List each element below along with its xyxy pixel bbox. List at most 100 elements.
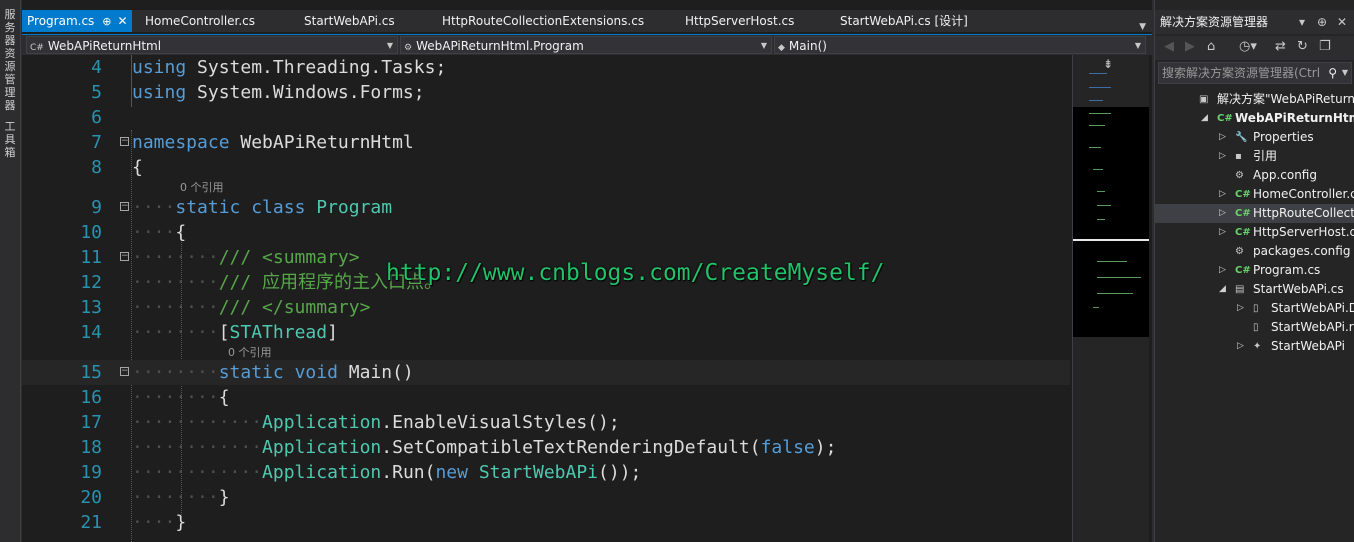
line-number: 12 — [80, 272, 102, 293]
code-line[interactable]: 18 ············Application.SetCompatibleT… — [22, 435, 1070, 460]
split-icon[interactable]: ⇟ — [1103, 57, 1113, 71]
tab-homecontroller-cs[interactable]: HomeController.cs — [145, 10, 255, 32]
code-line[interactable]: 10 ····{ — [22, 220, 1070, 245]
expanded-arrow-icon[interactable]: ◢ — [1219, 280, 1226, 299]
codelens-references[interactable]: 0 个引用 — [180, 181, 224, 195]
code-line[interactable]: 13 ········/// </summary> — [22, 295, 1070, 320]
search-icon[interactable]: ⚲ — [1328, 63, 1337, 83]
server-explorer-tab[interactable]: 服务器资源管理器 — [2, 8, 18, 112]
code-token: ···· — [132, 197, 176, 218]
collapse-toggle-icon[interactable]: − — [120, 367, 129, 376]
code-line[interactable]: 19 ············Application.Run(new StartW… — [22, 460, 1070, 485]
code-text: using System.Threading.Tasks; — [132, 55, 446, 80]
project-dropdown[interactable]: C# WebAPiReturnHtml ▼ — [26, 36, 398, 54]
collapsed-arrow-icon[interactable]: ▷ — [1237, 337, 1244, 356]
expanded-arrow-icon[interactable]: ◢ — [1201, 109, 1208, 128]
code-line[interactable]: 9 − ····static class Program — [22, 195, 1070, 220]
close-icon[interactable]: ✕ — [118, 14, 128, 28]
tree-item[interactable]: ▷ C# Program.cs — [1155, 261, 1354, 280]
collapsed-arrow-icon[interactable]: ▷ — [1237, 299, 1244, 318]
forward-icon[interactable]: ▶ — [1185, 39, 1195, 54]
code-text: ············Application.SetCompatibleTex… — [132, 435, 836, 460]
tree-item[interactable]: ▷ C# HomeController.cs — [1155, 185, 1354, 204]
code-text: ········static void Main() — [132, 360, 414, 385]
collapsed-arrow-icon[interactable]: ▷ — [1219, 185, 1226, 204]
code-line[interactable]: 5 using System.Windows.Forms; — [22, 80, 1070, 105]
close-icon[interactable]: ✕ — [1337, 10, 1347, 34]
tab-overflow-dropdown-icon[interactable]: ▼ — [1139, 22, 1146, 32]
collapsed-arrow-icon[interactable]: ▷ — [1219, 128, 1226, 147]
tree-item[interactable]: ▣ 解决方案"WebAPiReturnHtml" — [1155, 90, 1354, 109]
collapse-toggle-icon[interactable]: − — [120, 137, 129, 146]
code-token: ); — [814, 437, 837, 458]
tree-item[interactable]: ▯ StartWebAPi.resx — [1155, 318, 1354, 337]
code-token: ············ — [132, 462, 263, 483]
home-icon[interactable]: ⌂ — [1207, 39, 1215, 54]
code-line[interactable]: 8{ — [22, 155, 1070, 180]
tree-item[interactable]: ▷ C#HttpRouteCollectionExtensions.cs — [1155, 204, 1354, 223]
code-token: ···· — [132, 222, 176, 243]
tree-item[interactable]: ▷ C# HttpServerHost.cs — [1155, 223, 1354, 242]
tree-item[interactable]: ⚙ packages.config — [1155, 242, 1354, 261]
line-number: 8 — [91, 157, 102, 178]
tree-item[interactable]: ▷ ▯ StartWebAPi.Designer.cs — [1155, 299, 1354, 318]
window-position-dropdown[interactable]: ▾ — [1299, 10, 1305, 34]
tree-item[interactable]: ▷ 🔧 Properties — [1155, 128, 1354, 147]
tree-item[interactable]: ◢ ▤ StartWebAPi.cs — [1155, 280, 1354, 299]
navigation-bar: C# WebAPiReturnHtml ▼ ⚙ WebAPiReturnHtml.Pr… — [22, 34, 1152, 55]
code-line[interactable]: 16 ········{ — [22, 385, 1070, 410]
history-icon[interactable]: ◷▾ — [1239, 39, 1257, 54]
minimap-viewport[interactable] — [1073, 107, 1149, 241]
csharp-project-icon: C# — [30, 43, 44, 53]
code-line[interactable]: 7 − namespace WebAPiReturnHtml — [22, 130, 1070, 155]
collapsed-arrow-icon[interactable]: ▷ — [1219, 223, 1226, 242]
code-token: ()); — [598, 462, 642, 483]
tree-item[interactable]: ◢ C# WebAPiReturnHtml — [1155, 109, 1354, 128]
code-line[interactable]: 20 ········} — [22, 485, 1070, 510]
tab-httpserverhost-cs[interactable]: HttpServerHost.cs — [685, 10, 794, 32]
tree-item[interactable]: ▷ ✦ StartWebAPi — [1155, 337, 1354, 356]
code-text: ········/// </summary> — [132, 295, 370, 320]
tab-program-cs[interactable]: Program.cs ⊕ ✕ — [22, 10, 132, 32]
line-number: 18 — [80, 437, 102, 458]
codelens-references[interactable]: 0 个引用 — [228, 346, 272, 360]
collapse-all-icon[interactable]: ❐ — [1319, 39, 1331, 54]
line-number: 11 — [80, 247, 102, 268]
code-line[interactable]: 21 ····} — [22, 510, 1070, 535]
code-line[interactable]: 15 − ········static void Main() — [22, 360, 1070, 385]
type-dropdown[interactable]: ⚙ WebAPiReturnHtml.Program ▼ — [400, 36, 772, 54]
back-icon[interactable]: ◀ — [1164, 39, 1174, 54]
file-icon: ▣ — [1199, 94, 1209, 105]
code-line[interactable]: 6 — [22, 105, 1070, 130]
tab-httproutecollectionextensions-cs[interactable]: HttpRouteCollectionExtensions.cs — [442, 10, 644, 32]
code-line[interactable]: 4 using System.Threading.Tasks; — [22, 55, 1070, 80]
code-text: { — [132, 155, 143, 180]
tab-startwebapi-designer[interactable]: StartWebAPi.cs [设计] — [840, 10, 968, 32]
code-token: /// </summary> — [218, 297, 371, 318]
chevron-down-icon[interactable]: ▼ — [1342, 63, 1348, 83]
refresh-icon[interactable]: ↻ — [1297, 39, 1308, 54]
sync-icon[interactable]: ⇄ — [1275, 39, 1286, 54]
collapsed-arrow-icon[interactable]: ▷ — [1219, 261, 1226, 280]
collapse-toggle-icon[interactable]: − — [120, 252, 129, 261]
tree-item[interactable]: ▷ ▪ 引用 — [1155, 147, 1354, 166]
code-line[interactable]: 14 ········[STAThread] — [22, 320, 1070, 345]
code-token: } — [175, 512, 187, 533]
solution-explorer-search-input[interactable]: 搜索解决方案资源管理器(Ctrl ⚲ ▼ — [1158, 62, 1352, 84]
code-token: ········ — [132, 322, 219, 343]
pin-icon[interactable]: ⊕ — [1317, 10, 1327, 34]
tree-item[interactable]: ⚙ App.config — [1155, 166, 1354, 185]
collapse-toggle-icon[interactable]: − — [120, 202, 129, 211]
code-editor: Program.cs ⊕ ✕ HomeController.cs StartWebA… — [22, 0, 1152, 542]
code-text-area[interactable]: 4 using System.Threading.Tasks; 5 using Sys… — [22, 55, 1070, 542]
toolbox-tab[interactable]: 工具箱 — [2, 120, 18, 159]
collapsed-arrow-icon[interactable]: ▷ — [1219, 147, 1226, 166]
code-text: ····} — [132, 510, 186, 535]
tab-startwebapi-cs[interactable]: StartWebAPi.cs — [304, 10, 395, 32]
tree-item-label: StartWebAPi.Designer.cs — [1271, 301, 1354, 315]
code-line[interactable]: 17 ············Application.EnableVisualSt… — [22, 410, 1070, 435]
member-dropdown[interactable]: ◆ Main() ▼ — [774, 36, 1146, 54]
pin-icon[interactable]: ⊕ — [102, 15, 111, 28]
collapsed-arrow-icon[interactable]: ▷ — [1219, 204, 1226, 223]
scrollbar-minimap[interactable]: ⇟ — [1072, 55, 1149, 542]
